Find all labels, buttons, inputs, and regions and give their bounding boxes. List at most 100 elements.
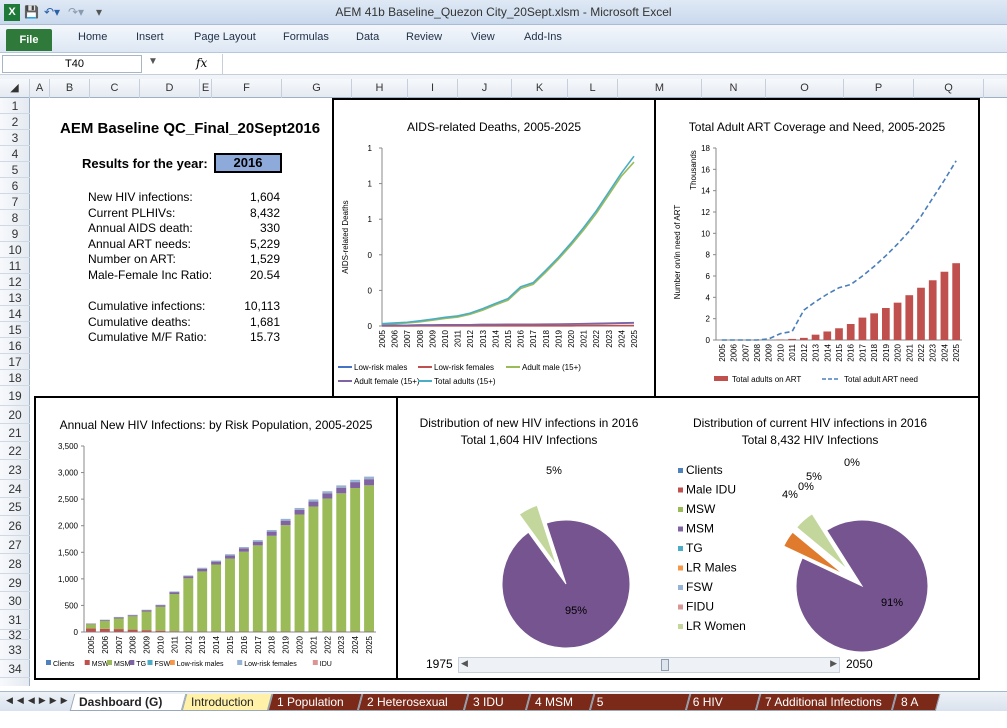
formula-input[interactable]: [222, 54, 1004, 74]
legend-label: TG: [686, 541, 703, 555]
tab-insert[interactable]: Insert: [136, 31, 164, 43]
row-header-14[interactable]: 14: [0, 306, 30, 322]
y-tick-label: 2: [706, 315, 711, 324]
stacked-bar-segment: [211, 561, 221, 562]
col-header-d[interactable]: D: [140, 79, 200, 98]
row-header-22[interactable]: 22: [0, 442, 30, 460]
row-header-30[interactable]: 30: [0, 592, 30, 610]
tab-page-layout[interactable]: Page Layout: [194, 31, 256, 43]
x-tick-label: 2007: [403, 329, 412, 347]
row-header-20[interactable]: 20: [0, 406, 30, 424]
row-header-26[interactable]: 26: [0, 516, 30, 536]
pie-label: 5%: [546, 465, 562, 477]
sheet-tab[interactable]: 7 Additional Infections: [756, 694, 897, 711]
art-coverage-chart[interactable]: Total Adult ART Coverage and Need, 2005-…: [654, 98, 980, 398]
sheet-tab-label: 1 Population: [277, 694, 344, 711]
row-header-5[interactable]: 5: [0, 162, 30, 178]
row-header-8[interactable]: 8: [0, 210, 30, 226]
row-header-12[interactable]: 12: [0, 274, 30, 290]
col-header-n[interactable]: N: [702, 79, 766, 98]
col-header-f[interactable]: F: [212, 79, 282, 98]
col-header-c[interactable]: C: [90, 79, 140, 98]
row-header-13[interactable]: 13: [0, 290, 30, 306]
tab-formulas[interactable]: Formulas: [283, 31, 329, 43]
stacked-bar-segment: [281, 521, 291, 526]
tab-add-ins[interactable]: Add-Ins: [524, 31, 562, 43]
col-header-q[interactable]: Q: [914, 79, 984, 98]
sheet-tab[interactable]: 8 A: [892, 694, 941, 711]
bar: [859, 318, 867, 340]
name-box[interactable]: T40: [2, 55, 142, 73]
row-header-31[interactable]: 31: [0, 610, 30, 630]
row-header-4[interactable]: 4: [0, 146, 30, 162]
row-header-17[interactable]: 17: [0, 354, 30, 370]
row-header-3[interactable]: 3: [0, 130, 30, 146]
sheet-tab-label: 6 HIV Prev: [693, 694, 749, 728]
sheet-tab[interactable]: 4 MSM: [526, 694, 595, 711]
row-header-34[interactable]: 34: [0, 660, 30, 678]
tab-data[interactable]: Data: [356, 31, 379, 43]
year-scrollbar[interactable]: ◀ ▶: [458, 657, 840, 673]
scroll-right-icon[interactable]: ▶: [830, 658, 837, 669]
new-infections-chart[interactable]: Annual New HIV Infections: by Risk Popul…: [34, 396, 398, 680]
insert-function-icon[interactable]: fx: [196, 56, 207, 70]
col-header-a[interactable]: A: [30, 79, 50, 98]
col-header-j[interactable]: J: [458, 79, 512, 98]
row-header-19[interactable]: 19: [0, 386, 30, 406]
tab-review[interactable]: Review: [406, 31, 442, 43]
row-header-28[interactable]: 28: [0, 554, 30, 574]
bar: [835, 328, 843, 340]
col-header-o[interactable]: O: [766, 79, 844, 98]
sheet-tab[interactable]: 1 Population: [268, 694, 363, 711]
row-header-15[interactable]: 15: [0, 322, 30, 338]
col-header-g[interactable]: G: [282, 79, 352, 98]
row-header-27[interactable]: 27: [0, 536, 30, 554]
col-header-h[interactable]: H: [352, 79, 408, 98]
row-header-1[interactable]: 1: [0, 98, 30, 114]
sheet-nav-icon[interactable]: ◀◀◀▶▶▶: [6, 695, 72, 706]
row-header-7[interactable]: 7: [0, 194, 30, 210]
scroll-left-icon[interactable]: ◀: [461, 658, 468, 669]
stacked-bar-segment: [239, 548, 249, 551]
sheet-tab[interactable]: 6 HIV Prev: [686, 694, 761, 711]
col-header-m[interactable]: M: [618, 79, 702, 98]
row-header-16[interactable]: 16: [0, 338, 30, 354]
col-header-e[interactable]: E: [200, 79, 212, 98]
row-header-24[interactable]: 24: [0, 480, 30, 498]
select-all-corner[interactable]: ◢: [0, 79, 30, 98]
name-box-dropdown-icon[interactable]: ▼: [148, 56, 158, 67]
col-header-p[interactable]: P: [844, 79, 914, 98]
row-header-23[interactable]: 23: [0, 460, 30, 480]
x-tick-label: 2021: [580, 329, 589, 347]
aids-deaths-chart[interactable]: AIDS-related Deaths, 2005-2025 AIDS-rela…: [332, 98, 656, 398]
row-header-33[interactable]: 33: [0, 640, 30, 660]
sheet-tab[interactable]: Dashboard (G): [70, 694, 187, 711]
col-header-i[interactable]: I: [408, 79, 458, 98]
year-input[interactable]: 2016: [214, 153, 282, 173]
sheet-tab[interactable]: 3 IDU: [464, 694, 531, 711]
col-header-l[interactable]: L: [568, 79, 618, 98]
stacked-bar-segment: [322, 491, 332, 493]
col-header-k[interactable]: K: [512, 79, 568, 98]
row-header-9[interactable]: 9: [0, 226, 30, 242]
x-tick-label: 2022: [323, 635, 332, 653]
file-tab[interactable]: File: [6, 29, 52, 51]
tab-home[interactable]: Home: [78, 31, 107, 43]
row-header-10[interactable]: 10: [0, 242, 30, 258]
row-header-32[interactable]: 32: [0, 630, 30, 640]
scrollbar-thumb[interactable]: [661, 659, 669, 671]
sheet-tab[interactable]: 5 Transgenders: [590, 694, 691, 711]
x-tick-label: 2025: [952, 343, 961, 361]
row-header-21[interactable]: 21: [0, 424, 30, 442]
row-header-18[interactable]: 18: [0, 370, 30, 386]
row-header-11[interactable]: 11: [0, 258, 30, 274]
tab-view[interactable]: View: [471, 31, 495, 43]
row-header-25[interactable]: 25: [0, 498, 30, 516]
row-header-29[interactable]: 29: [0, 574, 30, 592]
col-header-b[interactable]: B: [50, 79, 90, 98]
sheet-tab[interactable]: 2 Heterosexual: [358, 694, 469, 711]
row-header-6[interactable]: 6: [0, 178, 30, 194]
y-tick-label: 0: [74, 628, 79, 637]
row-header-2[interactable]: 2: [0, 114, 30, 130]
sheet-tab[interactable]: Introduction: [182, 694, 273, 711]
